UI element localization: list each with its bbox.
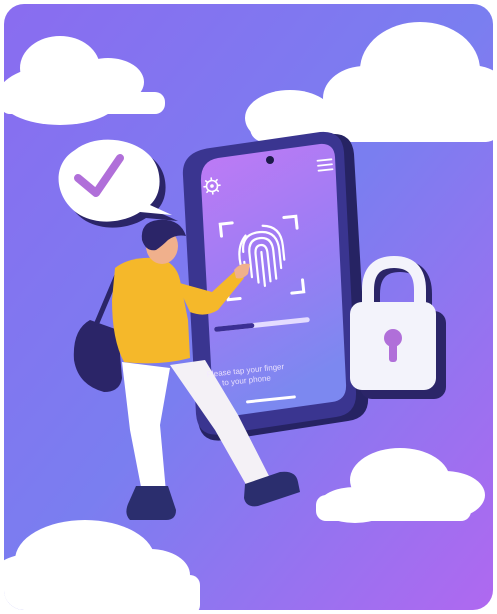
illustration-card: Please tap your finger to your phone	[0, 0, 497, 614]
biometric-login-illustration	[4, 4, 493, 610]
front-camera	[266, 156, 274, 164]
